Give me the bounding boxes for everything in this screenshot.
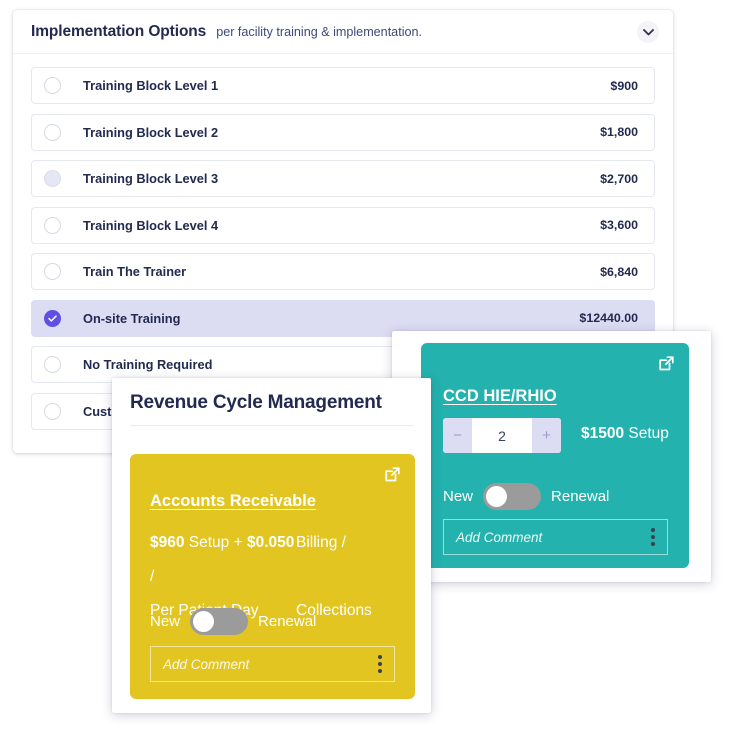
increment-button[interactable]: + (532, 418, 561, 453)
option-price: $12440.00 (579, 311, 638, 325)
radio-icon[interactable] (44, 356, 61, 373)
new-renewal-toggle-group: New Renewal (443, 483, 609, 510)
product-card-accounts-receivable: Accounts Receivable $960 Setup + $0.050 … (130, 454, 415, 699)
product-name-link[interactable]: CCD HIE/RHIO (443, 387, 557, 406)
add-comment-field[interactable]: Add Comment (150, 646, 395, 682)
option-price: $3,600 (600, 218, 638, 232)
decrement-button[interactable]: − (443, 418, 472, 453)
option-label: Training Block Level 1 (83, 78, 219, 93)
option-price: $900 (610, 78, 638, 93)
external-link-icon[interactable] (384, 466, 401, 483)
radio-icon[interactable] (44, 263, 61, 280)
option-price: $2,700 (600, 171, 638, 186)
radio-icon[interactable] (44, 170, 61, 187)
option-label: Training Block Level 4 (83, 217, 219, 233)
option-price: $6,840 (600, 264, 638, 279)
toggle-knob (193, 611, 215, 632)
option-label: On-site Training (83, 310, 181, 326)
toggle-knob (486, 486, 508, 507)
option-row-training-block-level-2[interactable]: Training Block Level 2 $1,800 (31, 113, 655, 151)
screen-root: Implementation Options per facility trai… (0, 0, 730, 731)
chevron-down-icon[interactable] (637, 21, 659, 43)
price-primary: $960 Setup + $0.050 / (150, 526, 296, 594)
external-link-icon[interactable] (658, 355, 675, 372)
page-title: Implementation Options (31, 22, 207, 40)
new-renewal-toggle[interactable] (190, 608, 249, 635)
option-row-training-block-level-3[interactable]: Training Block Level 3 $2,700 (31, 160, 655, 197)
divider (130, 425, 413, 426)
option-row-training-block-level-1[interactable]: Training Block Level 1 $900 (31, 67, 655, 104)
radio-icon[interactable] (44, 402, 61, 420)
radio-icon[interactable] (44, 77, 61, 94)
radio-icon[interactable] (44, 123, 61, 141)
setup-label: Setup + (188, 534, 243, 551)
add-comment-placeholder: Add Comment (163, 656, 250, 672)
page-subtitle: per facility training & implementation. (216, 24, 422, 39)
setup-price-label: Setup (628, 425, 669, 442)
toggle-label-new: New (443, 488, 474, 505)
setup-amount: $960 (150, 534, 185, 551)
setup-price-line: $1500 Setup (581, 425, 669, 443)
toggle-label-new: New (150, 613, 181, 630)
rate-amount: $0.050 (246, 534, 295, 551)
quantity-stepper[interactable]: − 2 + (443, 418, 561, 453)
quantity-value[interactable]: 2 (472, 418, 532, 453)
price-row-1: $960 Setup + $0.050 / Billing / (150, 526, 400, 594)
rate-separator: / (150, 568, 155, 585)
toggle-label-renewal: Renewal (551, 488, 610, 505)
new-renewal-toggle-group: New Renewal (150, 608, 316, 635)
product-name-link[interactable]: Accounts Receivable (150, 492, 316, 511)
option-label: Train The Trainer (83, 264, 187, 279)
option-label: Training Block Level 3 (83, 171, 219, 186)
panel-title: Revenue Cycle Management (130, 392, 382, 413)
toggle-label-renewal: Renewal (258, 613, 317, 630)
kebab-menu-icon[interactable] (651, 528, 655, 546)
new-renewal-toggle[interactable] (483, 483, 542, 510)
revenue-cycle-management-panel: Revenue Cycle Management Accounts Receiv… (112, 378, 431, 713)
option-row-training-block-level-4[interactable]: Training Block Level 4 $3,600 (31, 206, 655, 244)
option-price: $1,800 (600, 125, 638, 139)
category-line-1: Billing / (296, 534, 346, 551)
add-comment-placeholder: Add Comment (456, 529, 543, 545)
kebab-menu-icon[interactable] (378, 655, 382, 673)
radio-icon[interactable] (44, 216, 61, 234)
setup-price-amount: $1500 (581, 425, 625, 442)
option-row-train-the-trainer[interactable]: Train The Trainer $6,840 (31, 253, 655, 290)
radio-checked-icon[interactable] (44, 309, 61, 327)
implementation-options-header: Implementation Options per facility trai… (13, 10, 673, 54)
add-comment-field[interactable]: Add Comment (443, 519, 668, 555)
ccd-hie-rhio-panel: CCD HIE/RHIO − 2 + $1500 Setup New Renew… (392, 331, 711, 582)
product-card-ccd-hie-rhio: CCD HIE/RHIO − 2 + $1500 Setup New Renew… (421, 343, 689, 568)
option-label: Training Block Level 2 (83, 124, 219, 140)
